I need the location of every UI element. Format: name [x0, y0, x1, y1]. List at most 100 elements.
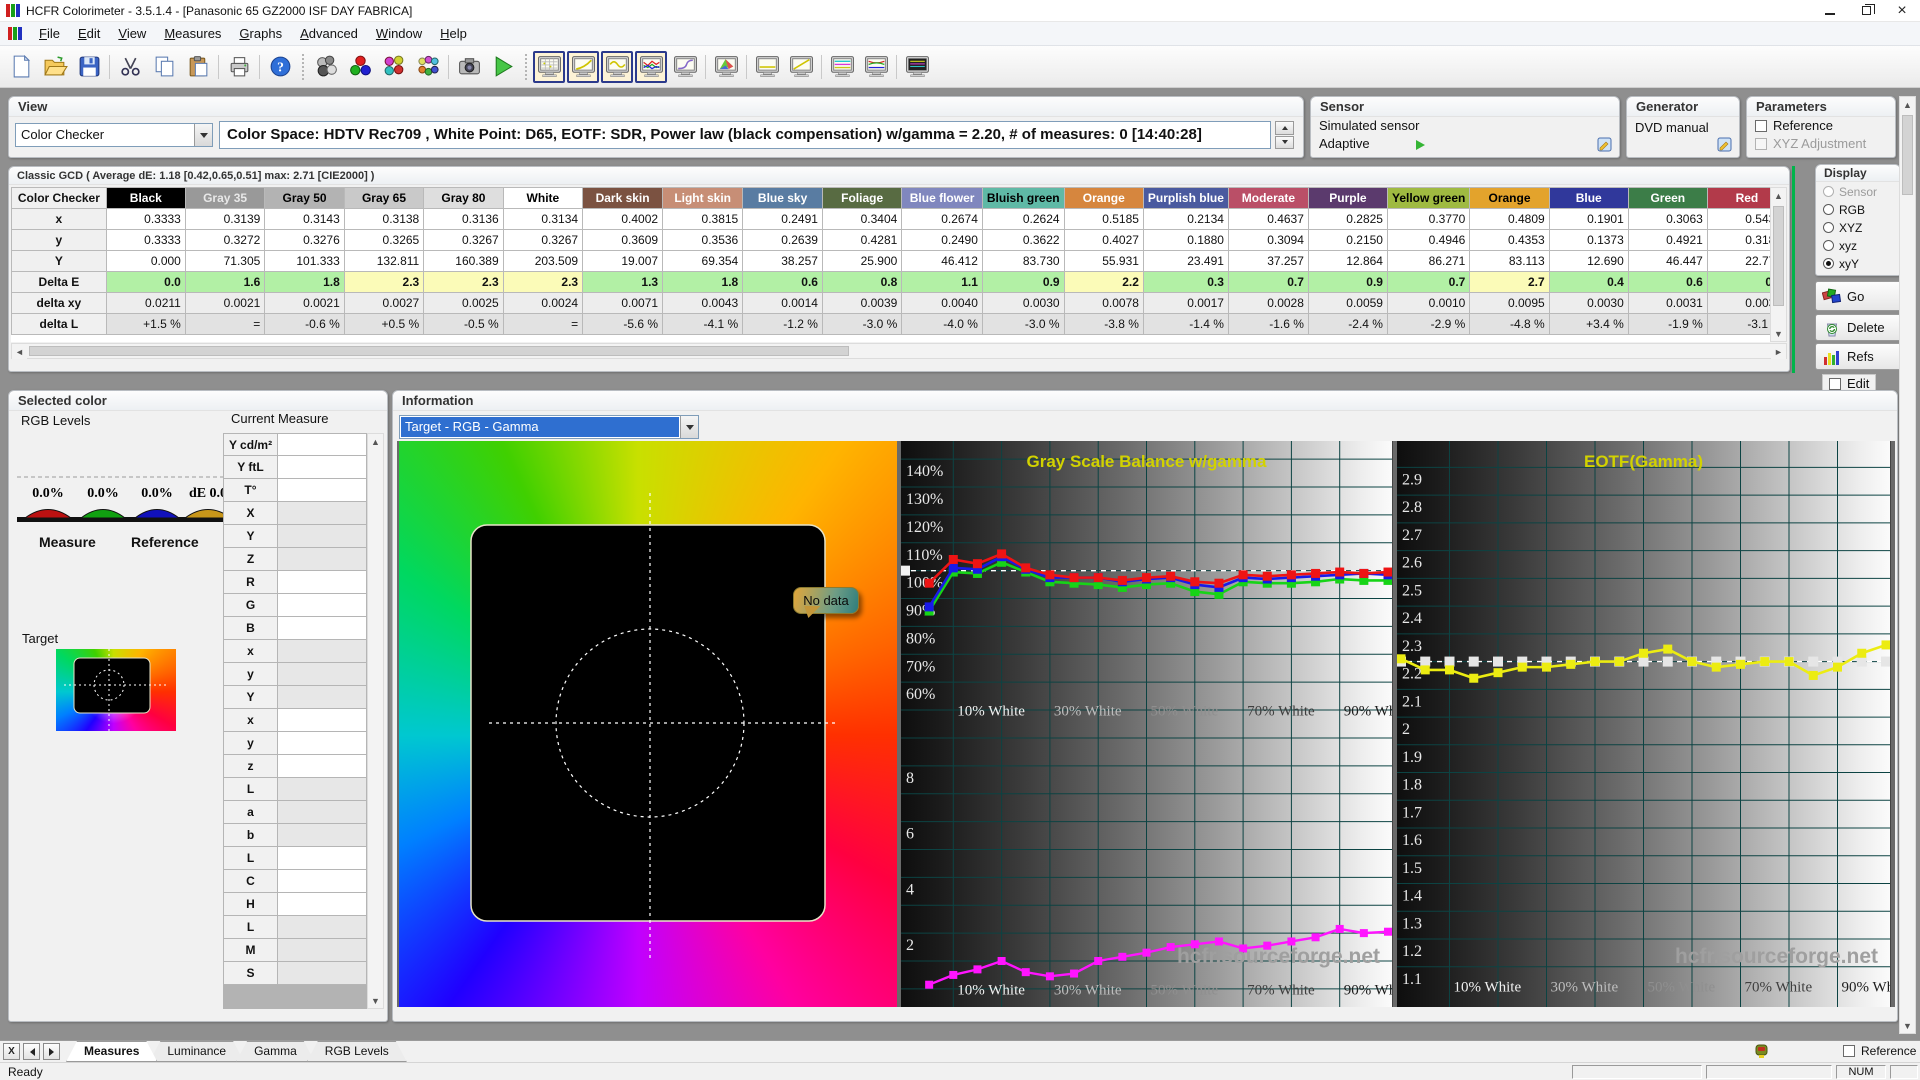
grid-cell[interactable]: 0.1373	[1548, 229, 1629, 251]
paste-button[interactable]	[182, 51, 214, 83]
grid-cell[interactable]: 86.271	[1386, 250, 1471, 272]
measure-row-value[interactable]	[278, 571, 367, 594]
column-header-orange[interactable]: Orange	[1063, 187, 1144, 209]
grid-cell[interactable]: -2.9 %	[1386, 313, 1471, 335]
grid-cell[interactable]: 0.0025	[423, 292, 504, 314]
cut-button[interactable]	[114, 51, 146, 83]
column-header-blue-sky[interactable]: Blue sky	[742, 187, 823, 209]
column-header-gray-50[interactable]: Gray 50	[264, 187, 345, 209]
next-tab-button[interactable]	[43, 1043, 60, 1060]
grid-cell[interactable]: -5.6 %	[582, 313, 664, 335]
delete-button[interactable]: Delete	[1815, 314, 1907, 341]
grid-cell[interactable]: 0.0021	[184, 292, 266, 314]
scroll-left-icon[interactable]: ◄	[12, 344, 27, 359]
grid-cell[interactable]: 132.811	[343, 250, 425, 272]
grid-cell[interactable]: 0.3267	[423, 229, 504, 251]
open-file-button[interactable]	[39, 51, 71, 83]
grid-cell[interactable]: 0.1901	[1548, 208, 1629, 230]
grid-cell[interactable]: 0.0017	[1142, 292, 1229, 314]
grid-cell[interactable]: 0.3139	[184, 208, 266, 230]
grid-cell[interactable]: 0.2674	[901, 208, 983, 230]
view-color-temp-button[interactable]	[826, 51, 858, 83]
grid-cell[interactable]: 0.7	[1386, 271, 1471, 293]
column-header-green[interactable]: Green	[1627, 187, 1708, 209]
column-header-blue-flower[interactable]: Blue flower	[901, 187, 983, 209]
prev-tab-button[interactable]	[23, 1043, 40, 1060]
grid-cell[interactable]: 0.0027	[343, 292, 425, 314]
grid-cell[interactable]: 19.007	[582, 250, 664, 272]
grid-cell[interactable]: 0.5185	[1063, 208, 1144, 230]
grid-cell[interactable]: 0.3143	[264, 208, 345, 230]
display-option-xyz[interactable]: xyz	[1816, 236, 1900, 254]
scroll-up-icon[interactable]: ▲	[368, 434, 383, 449]
grid-cell[interactable]: 203.509	[502, 250, 584, 272]
grid-cell[interactable]: 0.4809	[1469, 208, 1550, 230]
grid-cell[interactable]: -3.0 %	[981, 313, 1065, 335]
grid-cell[interactable]: 2.3	[502, 271, 584, 293]
grid-cell[interactable]: 0.0014	[742, 292, 823, 314]
menu-graphs[interactable]: Graphs	[230, 23, 291, 44]
grid-cell[interactable]: 0.0039	[821, 292, 903, 314]
grid-cell[interactable]: 0.3276	[264, 229, 345, 251]
grid-cell[interactable]: 0.3134	[502, 208, 584, 230]
grid-cell[interactable]: 0.4	[1548, 271, 1629, 293]
measure-row-value[interactable]	[278, 525, 367, 548]
grid-cell[interactable]: 23.491	[1142, 250, 1229, 272]
measure-colorchecker-button[interactable]	[412, 51, 444, 83]
measure-primaries-button[interactable]	[344, 51, 376, 83]
measure-row-value[interactable]	[278, 456, 367, 479]
sensor-config-icon[interactable]	[1596, 136, 1614, 154]
grid-cell[interactable]: 38.257	[742, 250, 823, 272]
column-header-black[interactable]: Black	[105, 187, 186, 209]
tab-rgb-levels[interactable]: RGB Levels	[307, 1041, 407, 1062]
grid-cell[interactable]: 0.0028	[1227, 292, 1309, 314]
grid-vertical-scrollbar[interactable]: ▲ ▼	[1770, 187, 1787, 342]
grid-cell[interactable]: 0.0059	[1307, 292, 1388, 314]
chevron-down-icon[interactable]	[680, 416, 698, 438]
grid-cell[interactable]: 0.3267	[502, 229, 584, 251]
scroll-right-icon[interactable]: ►	[1771, 344, 1786, 359]
grid-cell[interactable]: 0.3609	[582, 229, 664, 251]
menu-file[interactable]: File	[30, 23, 69, 44]
grid-cell[interactable]: -4.1 %	[662, 313, 744, 335]
view-selector[interactable]: Color Checker	[15, 123, 213, 147]
grid-cell[interactable]: 0.0211	[105, 292, 186, 314]
grid-cell[interactable]: =	[184, 313, 266, 335]
bottom-reference-checkbox[interactable]: Reference	[1843, 1044, 1916, 1058]
menu-measures[interactable]: Measures	[155, 23, 230, 44]
column-header-moderate[interactable]: Moderate	[1227, 187, 1309, 209]
measure-row-value[interactable]	[278, 755, 367, 778]
measure-row-value[interactable]	[278, 686, 367, 709]
measure-row-value[interactable]	[278, 640, 367, 663]
column-header-dark-skin[interactable]: Dark skin	[582, 187, 664, 209]
column-header-yellow-green[interactable]: Yellow green	[1386, 187, 1471, 209]
measure-row-value[interactable]	[278, 893, 367, 916]
grid-cell[interactable]: 160.389	[423, 250, 504, 272]
grid-cell[interactable]: 0.3265	[343, 229, 425, 251]
reference-checkbox[interactable]: Reference	[1755, 118, 1833, 133]
grid-cell[interactable]: 0.000	[105, 250, 186, 272]
view-free-measures-button[interactable]	[901, 51, 933, 83]
chevron-down-icon[interactable]	[194, 124, 212, 146]
measure-row-value[interactable]	[278, 617, 367, 640]
capture-button[interactable]	[453, 51, 485, 83]
display-option-rgb[interactable]: RGB	[1816, 200, 1900, 218]
help-about-button[interactable]: ?	[264, 51, 296, 83]
column-header-orange[interactable]: Orange	[1469, 187, 1550, 209]
grid-cell[interactable]: 0.3333	[105, 208, 186, 230]
grid-cell[interactable]: 0.4353	[1469, 229, 1550, 251]
scroll-up-icon[interactable]: ▲	[1771, 188, 1786, 203]
grid-cell[interactable]: 0.3770	[1386, 208, 1471, 230]
view-cie-diagram-button[interactable]	[710, 51, 742, 83]
grid-cell[interactable]: 0.3094	[1227, 229, 1309, 251]
grid-cell[interactable]: 12.690	[1548, 250, 1629, 272]
measure-row-value[interactable]	[278, 548, 367, 571]
grid-cell[interactable]: 0.0071	[582, 292, 664, 314]
grid-cell[interactable]: 46.412	[901, 250, 983, 272]
grid-cell[interactable]: 69.354	[662, 250, 744, 272]
grid-cell[interactable]: 0.2490	[901, 229, 983, 251]
measure-row-value[interactable]	[278, 502, 367, 525]
grid-cell[interactable]: -4.8 %	[1469, 313, 1550, 335]
display-option-xyy[interactable]: xyY	[1816, 254, 1900, 272]
measure-row-value[interactable]	[278, 479, 367, 502]
